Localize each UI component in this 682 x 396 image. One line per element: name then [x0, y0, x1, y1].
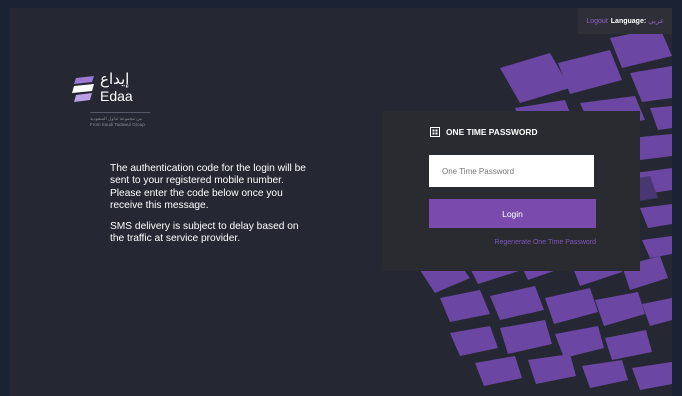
top-bar: Logout Language: عربي	[578, 8, 672, 34]
instructions-text: The authentication code for the login wi…	[110, 163, 315, 253]
instructions-paragraph-2: SMS delivery is subject to delay based o…	[110, 220, 299, 245]
logo-divider	[90, 112, 150, 113]
language-switch-link[interactable]: عربي	[648, 17, 664, 25]
tagline-latin: From Saudi Tadawul Group	[90, 122, 145, 127]
otp-panel-title: ONE TIME PASSWORD	[446, 127, 538, 137]
instructions-paragraph-1: The authentication code for the login wi…	[110, 163, 306, 212]
otp-panel: ONE TIME PASSWORD Login Regenerate One T…	[382, 111, 640, 271]
brand-tagline: من مجموعة تداول السعودية From Saudi Tada…	[90, 116, 190, 128]
language-label: Language:	[610, 17, 647, 25]
otp-input[interactable]	[429, 155, 594, 187]
otp-panel-header: ONE TIME PASSWORD	[430, 127, 538, 137]
login-button[interactable]: Login	[429, 199, 596, 228]
regenerate-otp-link[interactable]: Regenerate One Time Password	[494, 239, 596, 246]
brand-name-latin: Edaa	[100, 88, 133, 104]
login-page: إيداع Edaa من مجموعة تداول السعودية From…	[10, 8, 672, 396]
logout-link[interactable]: Logout	[586, 18, 607, 25]
keypad-icon	[430, 127, 440, 137]
brand-name-arabic: إيداع	[100, 70, 130, 88]
edaa-logo-mark-icon	[72, 76, 94, 102]
